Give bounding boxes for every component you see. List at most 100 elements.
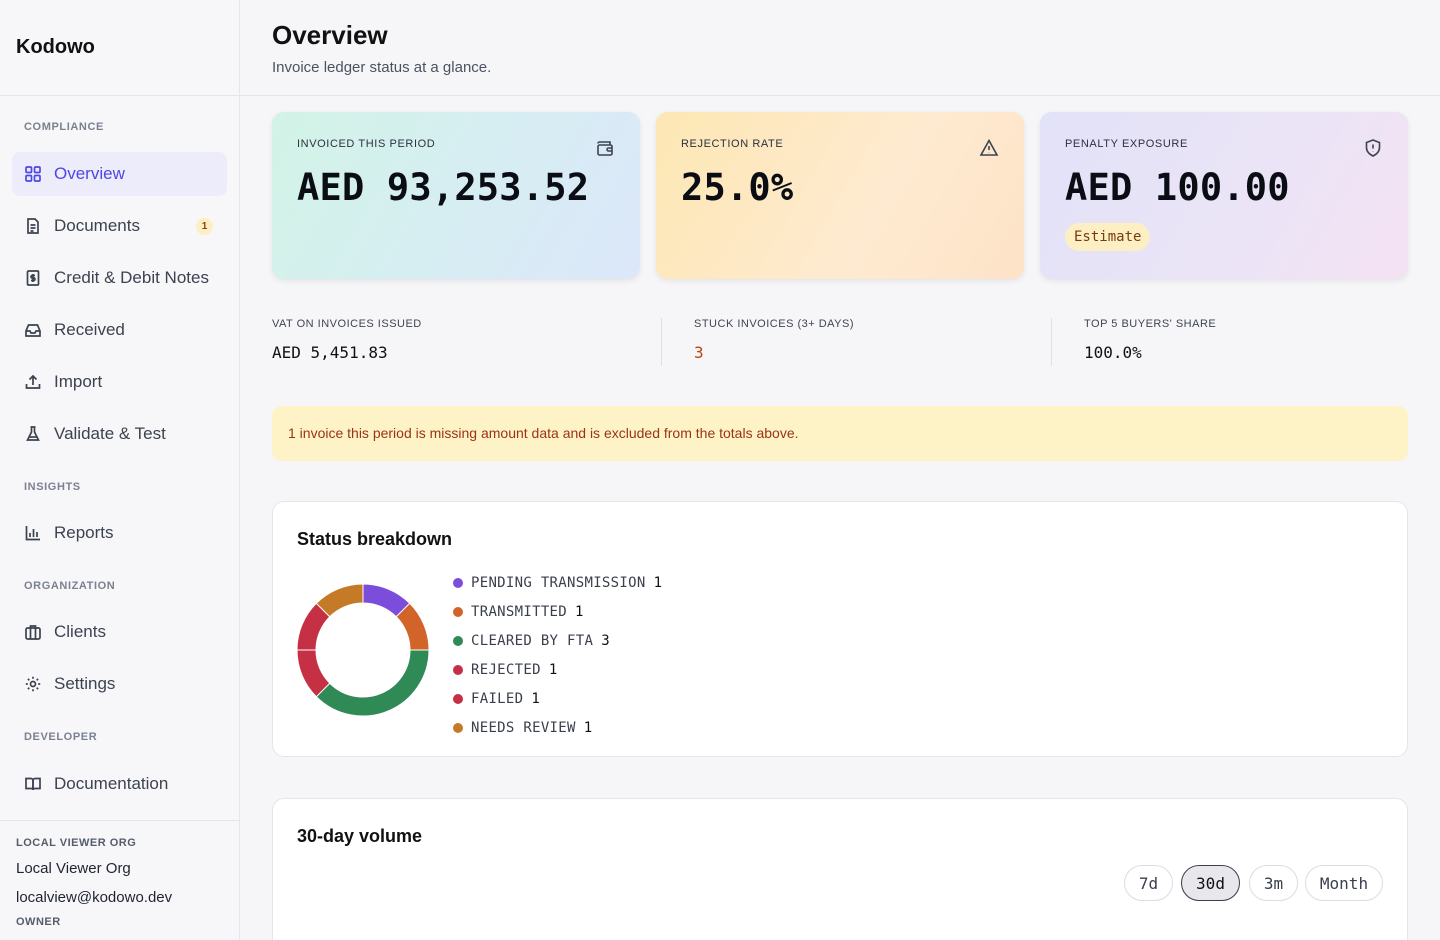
sidebar-item-label: Settings [54,674,116,693]
estimate-badge: Estimate [1065,223,1151,251]
book-icon [24,775,42,793]
org-name: Local Viewer Org [16,860,131,877]
page-title: Overview [272,20,388,50]
sidebar-item-label: Reports [54,523,114,542]
metric-value: AED 5,451.83 [272,343,388,362]
card-label: PENALTY EXPOSURE [1065,138,1188,150]
sidebar-item-label: Import [54,372,103,391]
legend-label: CLEARED BY FTA [471,632,594,649]
status-breakdown-panel: Status breakdown PENDING TRANSMISSION 1 TR… [272,501,1408,757]
metric-divider [661,318,662,366]
user-profile[interactable]: LOCAL VIEWER ORG Local Viewer Org localv… [0,820,239,940]
status-legend: PENDING TRANSMISSION 1 TRANSMITTED 1 CLEARED… [453,568,662,742]
vat-metric: VAT ON INVOICES ISSUED AED 5,451.83 [272,318,422,362]
sidebar-item-import[interactable]: Import [12,360,227,404]
range-30d-button[interactable]: 30d [1181,865,1240,901]
legend-item: TRANSMITTED 1 [453,597,662,626]
sidebar-item-documentation[interactable]: Documentation [12,762,227,806]
warning-icon [979,138,999,158]
card-value: AED 100.00 [1065,166,1290,209]
sidebar-item-label: Validate & Test [54,424,166,443]
user-role: OWNER [16,916,61,928]
legend-color-dot [453,693,463,704]
legend-count: 1 [531,690,540,707]
metric-label: VAT ON INVOICES ISSUED [272,318,422,330]
legend-label: NEEDS REVIEW [471,719,576,736]
donut-slice-cleared-by-fta[interactable] [315,649,429,716]
document-icon [24,217,42,235]
card-value: AED 93,253.52 [297,166,590,209]
metric-value: 100.0% [1084,343,1142,362]
volume-panel: 30-day volume 7d 30d 3m Month [272,798,1408,940]
sidebar-item-label: Clients [54,622,106,641]
legend-label: REJECTED [471,661,541,678]
nav-section-developer: DEVELOPER [24,731,98,743]
inbox-icon [24,321,42,339]
sidebar-item-documents[interactable]: Documents 1 [12,204,227,248]
range-3m-button[interactable]: 3m [1249,865,1298,901]
grid-icon [24,165,42,183]
invoiced-card: INVOICED THIS PERIOD AED 93,253.52 [272,112,640,279]
panel-title: Status breakdown [297,529,453,549]
legend-label: FAILED [471,690,524,707]
sidebar-item-credit-debit-notes[interactable]: Credit & Debit Notes [12,256,227,300]
sidebar-item-received[interactable]: Received [12,308,227,352]
legend-item: NEEDS REVIEW 1 [453,713,662,742]
sidebar-item-label: Received [54,320,125,339]
legend-item: REJECTED 1 [453,655,662,684]
sidebar-item-clients[interactable]: Clients [12,610,227,654]
page-subtitle: Invoice ledger status at a glance. [272,59,492,76]
sidebar-item-label: Documentation [54,774,169,793]
org-label: LOCAL VIEWER ORG [16,837,137,849]
briefcase-icon [24,623,42,641]
legend-color-dot [453,577,463,588]
metric-value: 3 [694,343,704,362]
legend-color-dot [453,722,463,733]
nav-section-compliance: COMPLIANCE [24,121,104,133]
shield-icon [1363,138,1383,158]
top-buyers-metric: TOP 5 BUYERS' SHARE 100.0% [1084,318,1216,362]
page-header: Overview Invoice ledger status at a glan… [240,0,1440,96]
nav-section-organization: ORGANIZATION [24,580,116,592]
sidebar-item-label: Overview [54,164,125,183]
legend-count: 3 [601,632,610,649]
legend-item: FAILED 1 [453,684,662,713]
missing-data-alert: 1 invoice this period is missing amount … [272,406,1408,461]
legend-count: 1 [653,574,663,591]
sidebar-item-label: Credit & Debit Notes [54,268,209,287]
bar-chart-icon [24,524,42,542]
rejection-rate-card: REJECTION RATE 25.0% [656,112,1024,279]
nav-section-insights: INSIGHTS [24,481,81,493]
legend-label: TRANSMITTED [471,603,568,620]
range-month-button[interactable]: Month [1305,865,1383,901]
metric-label: STUCK INVOICES (3+ DAYS) [694,318,855,330]
sidebar-item-validate-test[interactable]: Validate & Test [12,412,227,456]
user-email: localview@kodowo.dev [16,889,173,906]
legend-count: 1 [548,661,558,678]
receipt-icon [24,269,42,287]
sidebar-item-overview[interactable]: Overview [12,152,227,196]
legend-color-dot [453,606,463,617]
wallet-icon [595,138,615,158]
stuck-invoices-metric: STUCK INVOICES (3+ DAYS) 3 [694,318,854,362]
sidebar-item-reports[interactable]: Reports [12,511,227,555]
flask-icon [24,425,42,443]
sidebar-item-settings[interactable]: Settings [12,662,227,706]
metric-label: TOP 5 BUYERS' SHARE [1084,318,1217,330]
legend-count: 1 [575,603,584,620]
legend-item: CLEARED BY FTA 3 [453,626,662,655]
legend-count: 1 [583,719,593,736]
legend-label: PENDING TRANSMISSION [471,574,646,591]
legend-item: PENDING TRANSMISSION 1 [453,568,662,597]
metric-divider [1051,318,1052,366]
sidebar: Kodowo COMPLIANCE Overview Documents 1 C… [0,0,240,940]
status-donut-chart [297,584,429,716]
penalty-exposure-card: PENALTY EXPOSURE AED 100.00 Estimate [1040,112,1408,279]
sidebar-item-label: Documents [54,216,140,235]
range-7d-button[interactable]: 7d [1124,865,1173,901]
card-label: INVOICED THIS PERIOD [297,138,436,150]
app-logo[interactable]: Kodowo [0,0,239,96]
upload-icon [24,373,42,391]
legend-color-dot [453,664,463,675]
gear-icon [24,675,42,693]
